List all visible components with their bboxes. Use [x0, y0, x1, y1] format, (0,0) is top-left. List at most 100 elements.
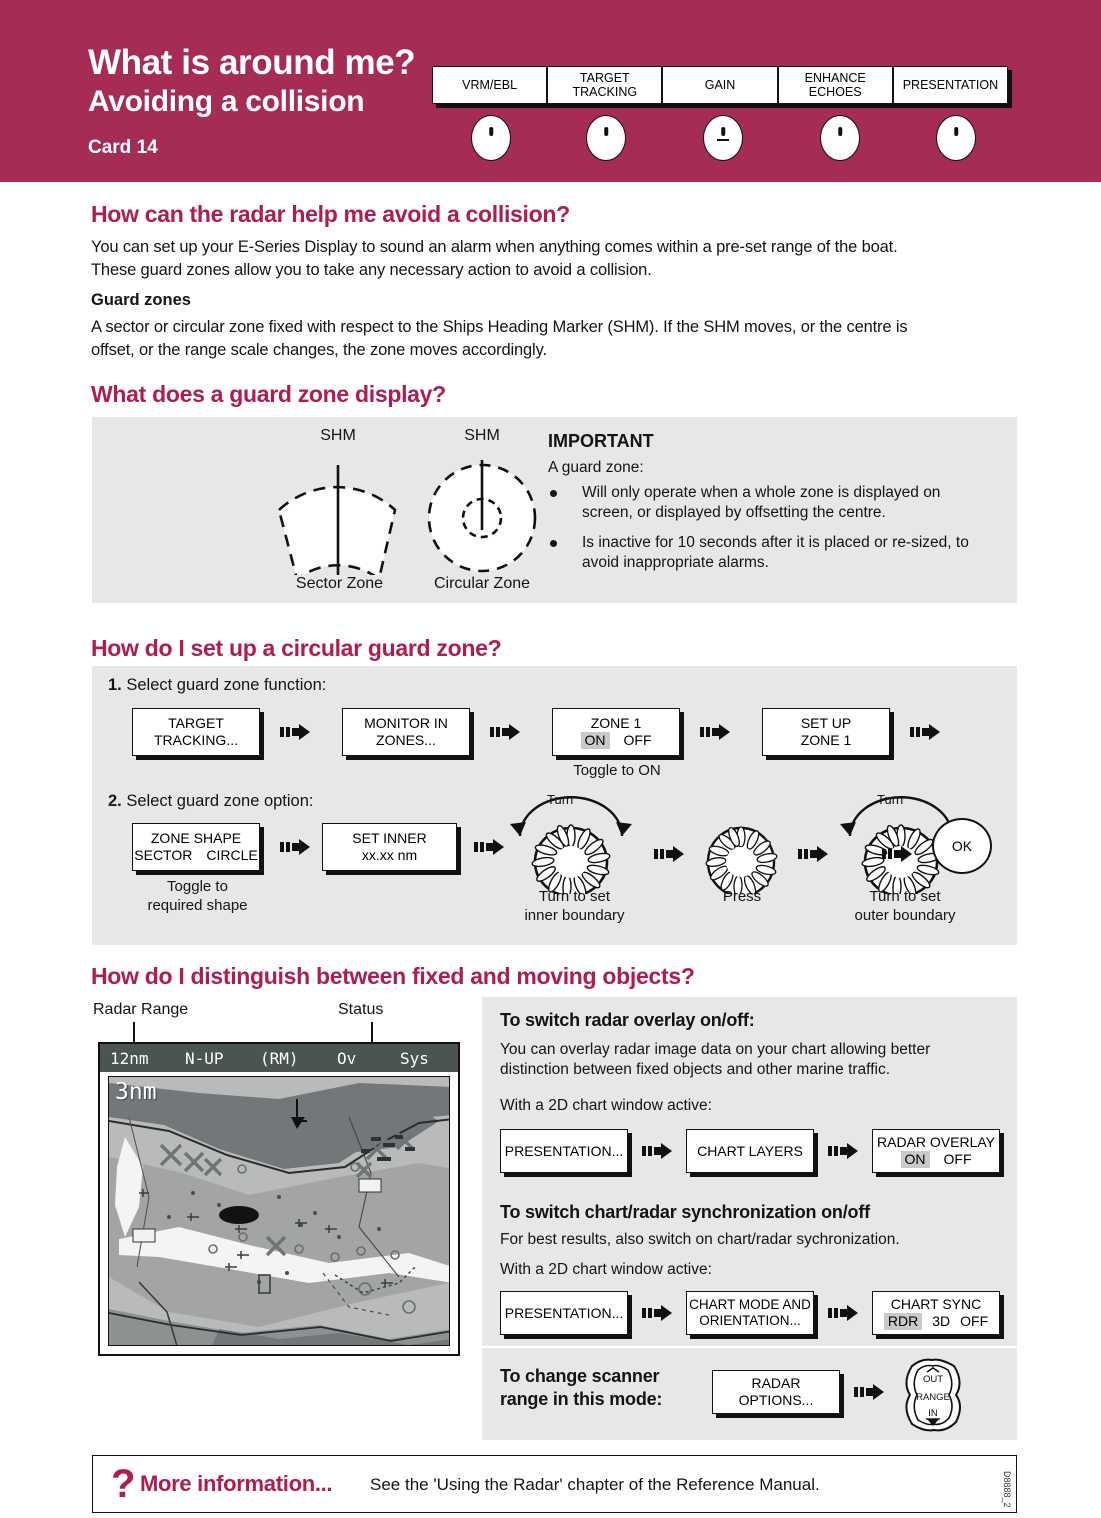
flow-box-zone-shape-title: ZONE SHAPE — [150, 830, 242, 847]
softkey-label-gain: GAIN — [663, 67, 779, 103]
document-code: D8888_2 — [1002, 1471, 1012, 1508]
flow-box-zone-1-off[interactable]: OFF — [624, 732, 652, 749]
important-title: IMPORTANT — [548, 431, 654, 451]
softkey-button-enhance-echoes[interactable] — [820, 115, 860, 161]
softkey-label-vrm-ebl: VRM/EBL — [433, 67, 549, 103]
flow-box-zone-1-on[interactable]: ON — [580, 732, 610, 749]
flow-box-monitor-in-zones[interactable]: MONITOR IN ZONES... — [342, 708, 470, 756]
caption-press: Press — [722, 888, 762, 905]
flow-box-zone-1-title: ZONE 1 — [590, 715, 642, 732]
rotary-knob-1-icon[interactable] — [500, 794, 645, 894]
flow-box-radar-overlay-toggle[interactable]: RADAR OVERLAY ON OFF — [872, 1129, 1000, 1173]
flow-box-zone-shape-circle[interactable]: CIRCLE — [206, 847, 257, 864]
flow-arrow-icon — [828, 1305, 858, 1321]
softkey-label-target-tracking-l2: TRACKING — [572, 85, 638, 99]
page-subtitle: Avoiding a collision — [88, 85, 365, 118]
flow-box-presentation-overlay[interactable]: PRESENTATION... — [500, 1129, 628, 1173]
flow-box-target-tracking[interactable]: TARGET TRACKING... — [132, 708, 260, 756]
flow-box-chart-mode-orientation[interactable]: CHART MODE AND ORIENTATION... — [686, 1291, 814, 1335]
softkey-label-enhance-echoes-l1: ENHANCE — [804, 71, 866, 85]
softkey-label-enhance-echoes-l2: ECHOES — [808, 85, 862, 99]
flow-arrow-icon — [642, 1143, 672, 1159]
flow-box-radar-overlay-on[interactable]: ON — [900, 1151, 930, 1168]
softkey-button-target-tracking[interactable] — [586, 115, 626, 161]
annotation-status: Status — [338, 1001, 384, 1018]
card-number: Card 14 — [88, 137, 158, 158]
scanner-range-instruction-panel: To change scanner range in this mode: RA… — [482, 1348, 1017, 1440]
section-heading-radar-help: How can the radar help me avoid a collis… — [91, 201, 570, 227]
rotary-knob-1-group[interactable]: Turn — [500, 792, 645, 894]
knob-3-turn-label: Turn — [877, 792, 904, 807]
caption-turn-inner-l1: Turn to set — [538, 888, 611, 905]
caption-toggle-required-shape-l2: required shape — [147, 896, 248, 914]
rocker-out-label: OUT — [923, 1374, 943, 1385]
radar-overlay-flag: Ov — [337, 1048, 357, 1068]
flow-box-monitor-in-zones-l1: MONITOR IN — [364, 715, 448, 732]
ok-button[interactable]: OK — [932, 818, 992, 874]
radar-overlay-instruction-panel: To switch radar overlay on/off: You can … — [482, 997, 1017, 1193]
flow-box-chart-sync-3d[interactable]: 3D — [932, 1313, 950, 1330]
caption-turn-inner-l2: inner boundary — [524, 906, 625, 924]
flow-arrow-icon — [854, 1384, 884, 1400]
flow-box-zone-shape-sector[interactable]: SECTOR — [134, 847, 192, 864]
flow-box-set-inner[interactable]: SET INNER xx.xx nm — [322, 823, 457, 871]
softkey-label-presentation: PRESENTATION — [902, 78, 999, 92]
flow-box-radar-options[interactable]: RADAR OPTIONS... — [712, 1370, 840, 1414]
flow-box-chart-sync-title: CHART SYNC — [890, 1296, 982, 1313]
range-rocker-icon[interactable]: OUT RANGE IN — [898, 1356, 968, 1434]
shm-label-sector: SHM — [320, 427, 356, 444]
radar-chart-image: 3nm — [108, 1076, 450, 1346]
caption-toggle-to-on: Toggle to ON — [573, 762, 661, 779]
flow-box-presentation-sync[interactable]: PRESENTATION... — [500, 1291, 628, 1335]
flow-box-chart-sync-off[interactable]: OFF — [960, 1313, 988, 1330]
flow-box-chart-sync-toggle[interactable]: CHART SYNC RDR 3D OFF — [872, 1291, 1000, 1335]
softkey-button-row — [432, 115, 1008, 163]
section1-paragraph-line2: These guard zones allow you to take any … — [91, 261, 652, 279]
softkey-button-presentation[interactable] — [936, 115, 976, 161]
flow-box-set-up-zone-1-l1: SET UP — [800, 715, 852, 732]
softkey-button-gain[interactable] — [703, 115, 743, 161]
section1-paragraph2-line2: offset, or the range scale changes, the … — [91, 341, 547, 359]
flow-box-set-up-zone-1[interactable]: SET UP ZONE 1 — [762, 708, 890, 756]
sector-zone-caption: Sector Zone — [295, 575, 384, 592]
flow-arrow-icon — [642, 1305, 672, 1321]
section1-paragraph2-line1: A sector or circular zone fixed with res… — [91, 318, 908, 336]
softkey-label-target-tracking-l1: TARGET — [579, 71, 630, 85]
flow-box-radar-overlay-off[interactable]: OFF — [944, 1151, 972, 1168]
flow-box-set-up-zone-1-l2: ZONE 1 — [800, 732, 852, 748]
question-mark-icon: ? — [111, 1462, 136, 1506]
important-bullet-2-line2: avoid inappropriate alarms. — [582, 554, 769, 571]
flow-arrow-icon — [798, 846, 828, 862]
guard-zone-display-panel: SHM Sector Zone SHM Circular Zone IMPORT… — [92, 417, 1017, 603]
ok-button-label: OK — [951, 838, 973, 854]
important-bullet-2-line1: Is inactive for 10 seconds after it is p… — [582, 534, 969, 551]
annotation-radar-range: Radar Range — [93, 1001, 189, 1018]
chart-sync-text-l1: For best results, also switch on chart/r… — [500, 1231, 900, 1248]
radar-overlay-prompt: With a 2D chart window active: — [500, 1097, 712, 1114]
subheading-guard-zones: Guard zones — [91, 291, 191, 309]
flow-box-presentation-sync-l1: PRESENTATION... — [504, 1304, 624, 1321]
radar-orientation: N-UP — [185, 1048, 224, 1068]
flow-arrow-icon — [882, 846, 912, 862]
more-information-text: See the 'Using the Radar' chapter of the… — [370, 1475, 820, 1494]
step-1-number: 1. — [108, 676, 122, 694]
more-information-label: More information... — [140, 1471, 333, 1496]
step-2-line: 2. Select guard zone option: — [108, 792, 314, 811]
flow-box-zone-1-toggle[interactable]: ZONE 1 ON OFF — [552, 708, 680, 756]
rotary-knob-2-icon[interactable] — [696, 794, 786, 894]
rotary-knob-2-group[interactable] — [696, 794, 786, 894]
more-information-footer: ? More information... See the 'Using the… — [92, 1455, 1017, 1513]
page-header: What is around me? Avoiding a collision … — [0, 0, 1101, 182]
flow-box-chart-layers[interactable]: CHART LAYERS — [686, 1129, 814, 1173]
flow-box-target-tracking-l1: TARGET — [168, 715, 224, 732]
flow-box-radar-options-l1: RADAR — [751, 1375, 801, 1392]
flow-box-chart-sync-rdr[interactable]: RDR — [883, 1313, 923, 1330]
flow-box-zone-shape[interactable]: ZONE SHAPE SECTOR CIRCLE — [132, 823, 260, 871]
range-rocker-button[interactable]: OUT RANGE IN — [898, 1356, 968, 1432]
caption-toggle-required-shape: Toggle to required shape — [130, 878, 265, 916]
chart-sync-prompt: With a 2D chart window active: — [500, 1261, 712, 1278]
softkey-button-vrm-ebl[interactable] — [471, 115, 511, 161]
flow-arrow-icon — [910, 724, 940, 740]
bullet-dot-icon — [550, 490, 557, 497]
radar-status-bar: 12nm N-UP (RM) Ov Sys — [100, 1044, 458, 1072]
